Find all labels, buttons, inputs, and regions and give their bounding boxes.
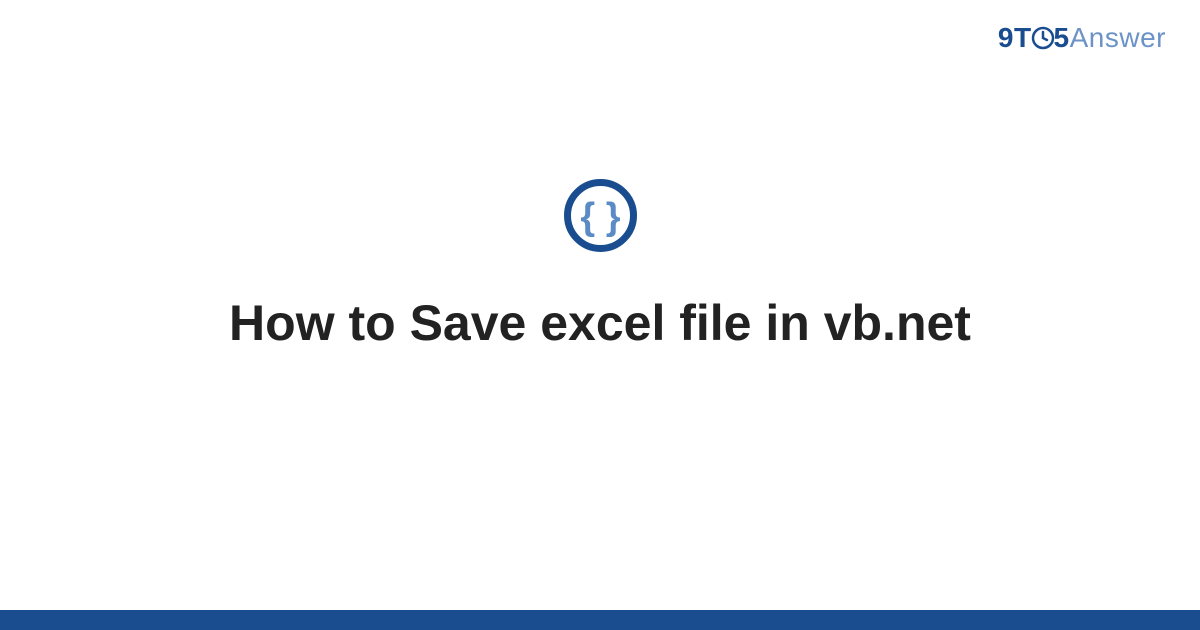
svg-text:{ }: { } — [580, 196, 620, 238]
main-content: { } How to Save excel file in vb.net — [0, 0, 1200, 610]
page-title: How to Save excel file in vb.net — [189, 293, 1011, 353]
code-braces-icon: { } — [563, 178, 638, 253]
footer-accent-bar — [0, 610, 1200, 630]
